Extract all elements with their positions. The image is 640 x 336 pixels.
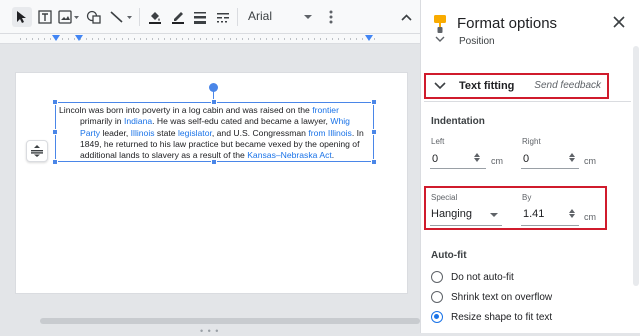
text-box[interactable]: Lincoln was born into poverty in a log c… xyxy=(55,102,374,162)
by-unit: cm xyxy=(584,212,596,222)
close-icon[interactable] xyxy=(613,16,625,28)
border-color-icon[interactable] xyxy=(168,7,188,27)
indent-right-unit: cm xyxy=(584,156,596,166)
vertical-align-button[interactable] xyxy=(26,140,48,162)
indent-left-input[interactable]: 0 xyxy=(432,153,438,165)
by-underline xyxy=(521,225,579,226)
select-cursor-icon[interactable] xyxy=(12,7,32,27)
format-options-panel: Format options Position xyxy=(420,0,640,333)
indent-left-stepper[interactable] xyxy=(474,153,480,162)
radio-do-not-autofit-label[interactable]: Do not auto-fit xyxy=(451,272,514,283)
collapse-toolbar-icon[interactable] xyxy=(398,7,414,27)
radio-shrink-text[interactable] xyxy=(431,291,443,303)
text-run: , and U.S. Congressman xyxy=(211,127,309,138)
radio-do-not-autofit[interactable] xyxy=(431,271,443,283)
text-run: . xyxy=(331,150,335,161)
indent-right-stepper[interactable] xyxy=(569,153,575,162)
text-run: leader, xyxy=(100,127,131,138)
link-illinois[interactable]: Illinois xyxy=(131,128,155,138)
section-text-fitting[interactable]: Text fitting Send feedback xyxy=(424,73,609,99)
chevron-down-icon xyxy=(435,36,445,42)
special-select[interactable]: Hanging xyxy=(431,208,472,220)
line-icon[interactable] xyxy=(108,7,136,27)
text-run: primarily in xyxy=(80,116,124,127)
horizontal-ruler[interactable] xyxy=(0,34,420,44)
send-feedback-link[interactable]: Send feedback xyxy=(534,80,601,91)
resize-handle-right[interactable] xyxy=(371,129,377,135)
resize-handle-top-right[interactable] xyxy=(371,99,377,105)
resize-handle-bottom-left[interactable] xyxy=(52,159,58,165)
indent-right-input[interactable]: 0 xyxy=(523,153,529,165)
radio-shrink-text-label[interactable]: Shrink text on overflow xyxy=(451,292,552,303)
indent-right-underline xyxy=(521,168,579,169)
special-underline xyxy=(430,225,502,226)
toolbar-divider xyxy=(237,8,238,26)
link-kansas-nebraska-act[interactable]: Kansas–Nebraska Act xyxy=(247,150,332,160)
resize-handle-bottom[interactable] xyxy=(211,159,217,165)
special-dropdown-caret-icon[interactable] xyxy=(490,213,498,217)
radio-resize-shape-label[interactable]: Resize shape to fit text xyxy=(451,312,552,323)
fill-color-icon[interactable] xyxy=(145,7,165,27)
drawing-editor: Arial Lincoln was born into poverty in a… xyxy=(0,0,420,336)
link-from-illinois[interactable]: from Illinois xyxy=(308,128,351,138)
resize-grip-icon[interactable]: • • • xyxy=(200,326,219,336)
toolbar-divider xyxy=(139,8,140,26)
horizontal-scrollbar[interactable] xyxy=(40,318,420,324)
border-weight-icon[interactable] xyxy=(190,7,210,27)
resize-handle-bottom-right[interactable] xyxy=(371,159,377,165)
section-divider xyxy=(424,101,631,102)
ruler-ticks xyxy=(20,38,380,40)
paint-roller-icon xyxy=(434,15,446,33)
border-dash-icon[interactable] xyxy=(213,7,233,27)
link-legislator[interactable]: legislator xyxy=(178,128,212,138)
special-label: Special xyxy=(431,193,458,202)
resize-handle-left[interactable] xyxy=(52,129,58,135)
indentation-heading: Indentation xyxy=(431,116,485,127)
by-input[interactable]: 1.41 xyxy=(523,208,544,220)
textbox-icon[interactable] xyxy=(35,7,55,27)
text-run: . He was self-edu cated and became a law… xyxy=(152,116,331,127)
text-run: state xyxy=(154,127,178,138)
by-stepper[interactable] xyxy=(569,209,575,218)
more-icon[interactable] xyxy=(324,7,338,27)
indent-left-underline xyxy=(430,168,486,169)
section-position[interactable]: Position xyxy=(421,36,640,50)
font-family-select[interactable]: Arial xyxy=(248,9,272,23)
chevron-down-icon xyxy=(434,82,446,90)
resize-handle-top-left[interactable] xyxy=(52,99,58,105)
toolbar: Arial xyxy=(0,0,420,34)
left-indent-marker[interactable] xyxy=(52,35,60,41)
panel-scrollbar[interactable] xyxy=(633,46,639,286)
indent-left-label: Left xyxy=(431,137,445,146)
indent-right-label: Right xyxy=(522,137,541,146)
link-indiana[interactable]: Indiana xyxy=(124,116,152,126)
resize-handle-top[interactable] xyxy=(211,99,217,105)
image-icon[interactable] xyxy=(57,7,81,27)
link-frontier[interactable]: frontier xyxy=(312,105,339,115)
text-box-paragraph: Lincoln was born into poverty in a log c… xyxy=(59,105,370,161)
by-label: By xyxy=(522,193,532,202)
rotate-handle[interactable] xyxy=(209,83,218,92)
radio-resize-shape[interactable] xyxy=(431,311,443,323)
panel-title: Format options xyxy=(457,15,558,32)
right-indent-marker[interactable] xyxy=(365,35,373,41)
indent-left-unit: cm xyxy=(491,156,503,166)
autofit-heading: Auto-fit xyxy=(431,250,467,261)
section-position-label: Position xyxy=(459,36,495,47)
font-dropdown-caret-icon[interactable] xyxy=(302,7,314,27)
first-line-indent-marker[interactable] xyxy=(75,35,83,41)
text-run: Lincoln was born into poverty in a log c… xyxy=(59,105,313,115)
shape-icon[interactable] xyxy=(84,7,104,27)
section-text-fitting-title: Text fitting xyxy=(459,80,515,92)
vertical-align-icon xyxy=(31,145,43,157)
